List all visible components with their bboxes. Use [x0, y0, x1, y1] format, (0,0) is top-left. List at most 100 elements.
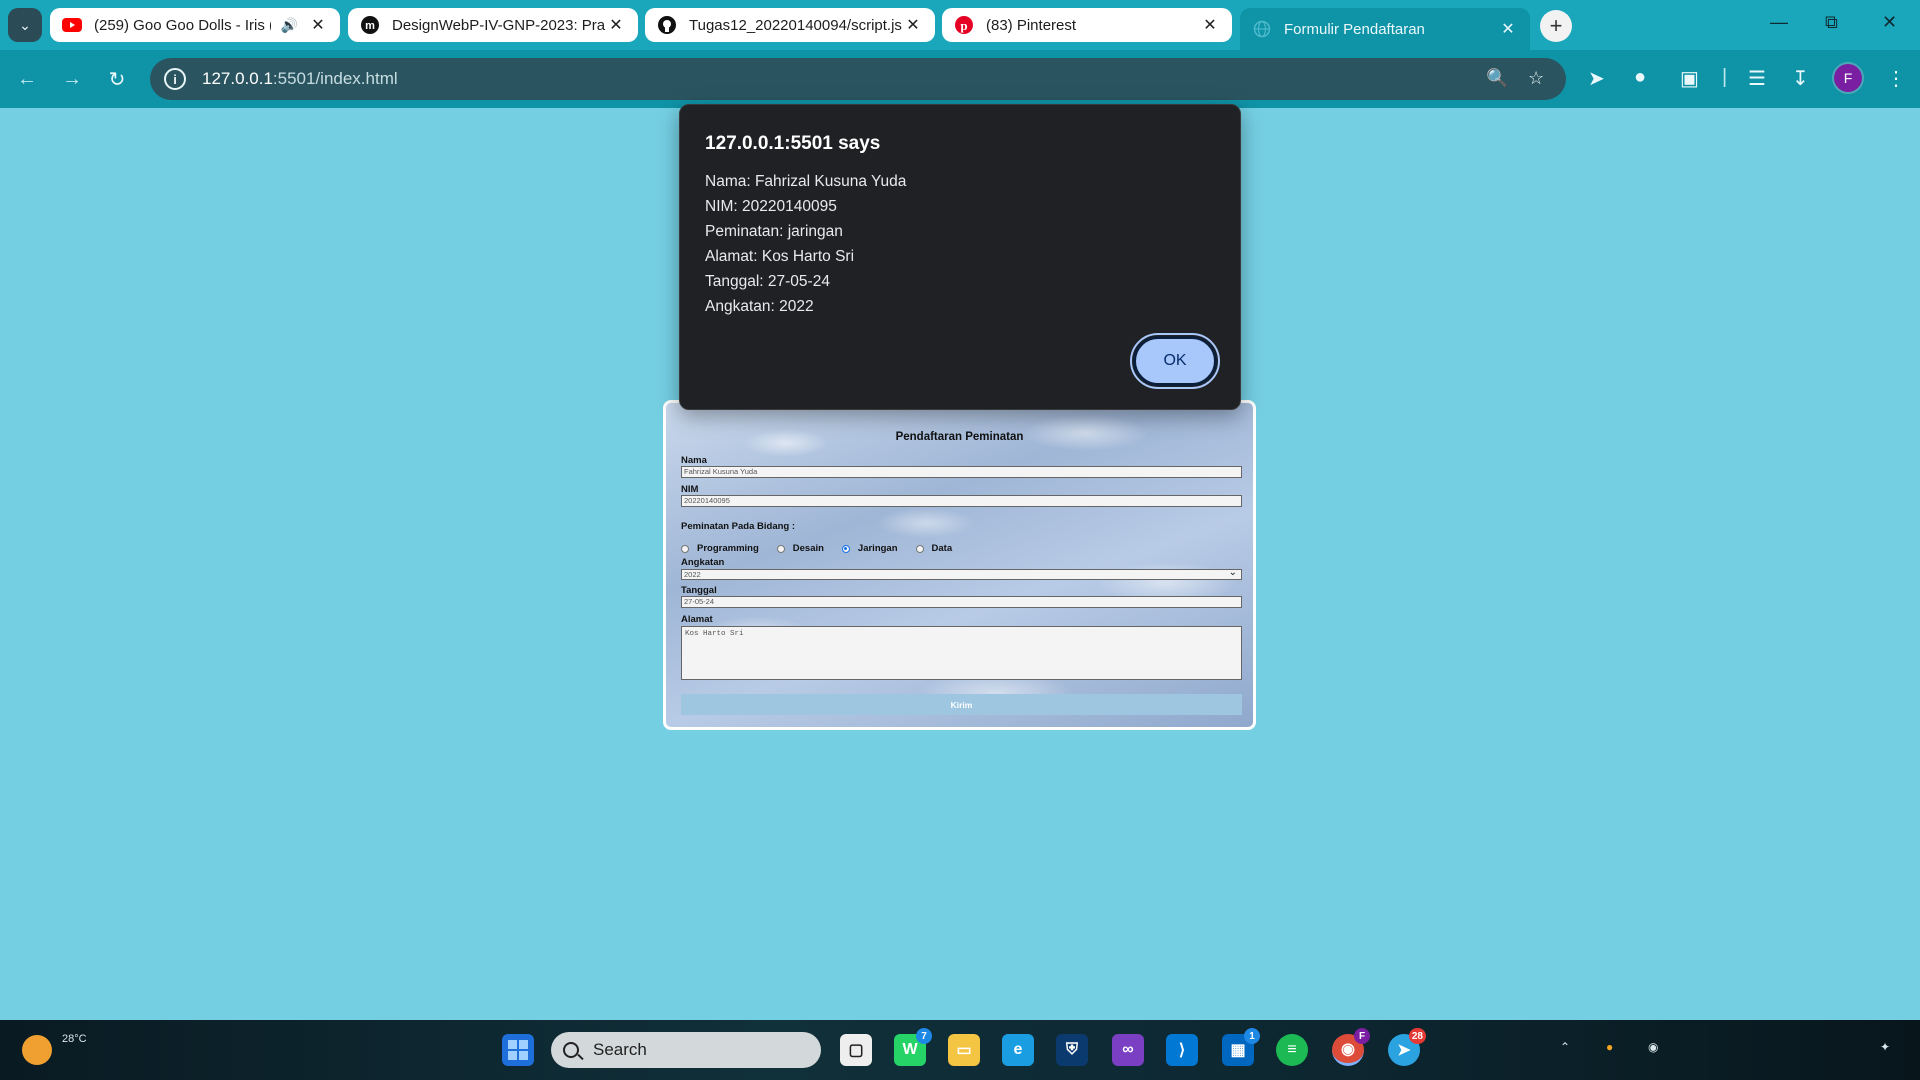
radio-jaringan[interactable] — [841, 544, 850, 553]
alamat-label: Alamat — [681, 614, 713, 625]
close-icon[interactable]: ✕ — [903, 15, 923, 35]
url-text[interactable]: 127.0.0.1:5501/index.html — [202, 69, 398, 89]
telegram-icon[interactable]: ➤ 28 — [1388, 1028, 1426, 1066]
shield-app-icon[interactable]: ⛨ — [1056, 1034, 1088, 1066]
tab-title: Formulir Pendaftaran — [1284, 20, 1425, 38]
address-bar[interactable]: i 127.0.0.1:5501/index.html 🔍 ☆ — [150, 58, 1566, 100]
dialog-line: NIM: 20220140095 — [705, 198, 837, 215]
nim-input[interactable]: 20220140095 — [681, 495, 1242, 507]
chrome-icon[interactable]: ◉ F — [1332, 1028, 1370, 1066]
zoom-icon[interactable]: 🔍 — [1486, 68, 1508, 89]
notification-badge: 7 — [916, 1028, 932, 1044]
radio-data[interactable] — [915, 544, 924, 553]
chevron-down-icon: ⌄ — [19, 16, 31, 33]
angkatan-value: 2022 — [684, 570, 701, 579]
search-label: Search — [593, 1040, 647, 1059]
vscode-icon[interactable]: ⟩ — [1166, 1034, 1198, 1066]
search-icon — [563, 1042, 579, 1058]
reload-icon[interactable]: ↻ — [104, 66, 130, 92]
more-menu-icon[interactable]: ⋮ — [1886, 66, 1906, 91]
tab-youtube[interactable]: (259) Goo Goo Dolls - Iris (L 🔊 ✕ — [50, 8, 340, 42]
chevron-down-icon: ⌄ — [1228, 567, 1237, 578]
close-icon[interactable]: ✕ — [606, 15, 626, 35]
dialog-line: Tanggal: 27-05-24 — [705, 273, 830, 290]
whatsapp-icon[interactable]: W7 — [894, 1028, 932, 1066]
tab-title: (83) Pinterest — [986, 16, 1077, 34]
pinterest-icon: p — [954, 15, 974, 35]
radio-desain[interactable] — [776, 544, 785, 553]
tab-search-button[interactable]: ⌄ — [8, 8, 42, 42]
alamat-textarea[interactable]: Kos Harto Sri — [681, 626, 1242, 680]
cookie-extension-icon[interactable]: ● — [1634, 66, 1646, 89]
plus-icon: + — [1549, 13, 1563, 38]
tab-title: Tugas12_20220140094/script.js — [689, 16, 902, 34]
tray-app-icon[interactable]: ● — [1606, 1040, 1613, 1054]
chevron-up-icon[interactable]: ⌃ — [1560, 1040, 1570, 1054]
media-controls-icon[interactable]: ☰ — [1748, 66, 1766, 91]
tanggal-label: Tanggal — [681, 585, 717, 596]
nim-label: NIM — [681, 484, 699, 495]
medium-icon: m — [360, 15, 380, 35]
forward-arrow-icon[interactable]: → — [59, 66, 85, 92]
tab-title: (259) Goo Goo Dolls - Iris (L — [94, 16, 271, 34]
close-icon[interactable]: ✕ — [308, 15, 328, 35]
svg-text:p: p — [960, 18, 967, 33]
notification-badge: 28 — [1408, 1028, 1426, 1044]
extensions-puzzle-icon[interactable]: ▣ — [1680, 66, 1699, 91]
close-icon[interactable]: ✕ — [1200, 15, 1220, 35]
svg-text:m: m — [365, 20, 375, 32]
restore-icon[interactable]: ⧉ — [1825, 12, 1838, 33]
edge-icon[interactable]: e — [1002, 1034, 1034, 1066]
back-arrow-icon[interactable]: ← — [14, 66, 40, 92]
microsoft-store-icon[interactable]: ▦ 1 — [1222, 1028, 1260, 1066]
close-window-icon[interactable]: ✕ — [1882, 12, 1897, 33]
tab-pinterest[interactable]: p (83) Pinterest ✕ — [942, 8, 1232, 42]
task-view-icon[interactable]: ▢ — [840, 1034, 872, 1066]
tanggal-input[interactable]: 27-05-24 — [681, 596, 1242, 608]
start-windows-icon[interactable] — [502, 1034, 534, 1066]
cursor-extension-icon[interactable]: ➤ — [1588, 66, 1605, 91]
dialog-line: Nama: Fahrizal Kusuna Yuda — [705, 173, 907, 190]
angkatan-select[interactable]: 2022 ⌄ — [681, 567, 1242, 580]
globe-icon — [1252, 19, 1272, 39]
kirim-button[interactable]: Kirim — [681, 694, 1242, 715]
peminatan-label: Peminatan Pada Bidang : — [681, 521, 796, 532]
youtube-icon — [62, 15, 82, 35]
url-host: 127.0.0.1 — [202, 69, 273, 88]
dialog-title: 127.0.0.1:5501 says — [705, 133, 881, 154]
new-tab-button[interactable]: + — [1540, 10, 1572, 42]
tab-formulir-pendaftaran[interactable]: Formulir Pendaftaran ✕ — [1240, 8, 1530, 50]
tab-github[interactable]: Tugas12_20220140094/script.js ✕ — [645, 8, 935, 42]
download-icon[interactable]: ↧ — [1792, 66, 1809, 91]
github-icon — [657, 15, 677, 35]
notification-badge: 1 — [1244, 1028, 1260, 1044]
profile-badge: F — [1354, 1028, 1370, 1044]
weather-temp: 28°C — [62, 1033, 87, 1045]
radio-label: Jaringan — [857, 543, 898, 554]
radio-label: Programming — [697, 543, 759, 554]
weather-icon[interactable] — [22, 1035, 52, 1065]
wifi-icon[interactable]: ◉ — [1648, 1040, 1658, 1054]
angkatan-label: Angkatan — [681, 557, 725, 568]
spotify-icon[interactable]: ≡ — [1276, 1034, 1308, 1066]
minimize-icon[interactable]: — — [1770, 12, 1788, 33]
profile-avatar[interactable]: F — [1832, 62, 1864, 94]
tab-medium[interactable]: m DesignWebP-IV-GNP-2023: Pra ✕ — [348, 8, 638, 42]
tab-title: DesignWebP-IV-GNP-2023: Pra — [392, 16, 606, 34]
visual-studio-icon[interactable]: ∞ — [1112, 1034, 1144, 1066]
bookmark-star-icon[interactable]: ☆ — [1528, 68, 1544, 89]
file-explorer-icon[interactable]: ▭ — [948, 1034, 980, 1066]
copilot-icon[interactable]: ✦ — [1880, 1040, 1890, 1054]
close-icon[interactable]: ✕ — [1498, 19, 1518, 39]
radio-label: Data — [931, 543, 953, 554]
site-info-icon[interactable]: i — [164, 68, 186, 90]
dialog-line: Peminatan: jaringan — [705, 223, 843, 240]
url-path: :5501/index.html — [272, 69, 398, 88]
nama-input[interactable]: Fahrizal Kusuna Yuda — [681, 466, 1242, 478]
nama-label: Nama — [681, 455, 707, 466]
alert-dialog: 127.0.0.1:5501 says Nama: Fahrizal Kusun… — [679, 104, 1241, 410]
ok-button[interactable]: OK — [1130, 333, 1220, 389]
taskbar-search[interactable]: Search — [551, 1032, 821, 1068]
radio-programming[interactable] — [681, 544, 689, 553]
speaker-icon[interactable]: 🔊 — [281, 17, 298, 34]
